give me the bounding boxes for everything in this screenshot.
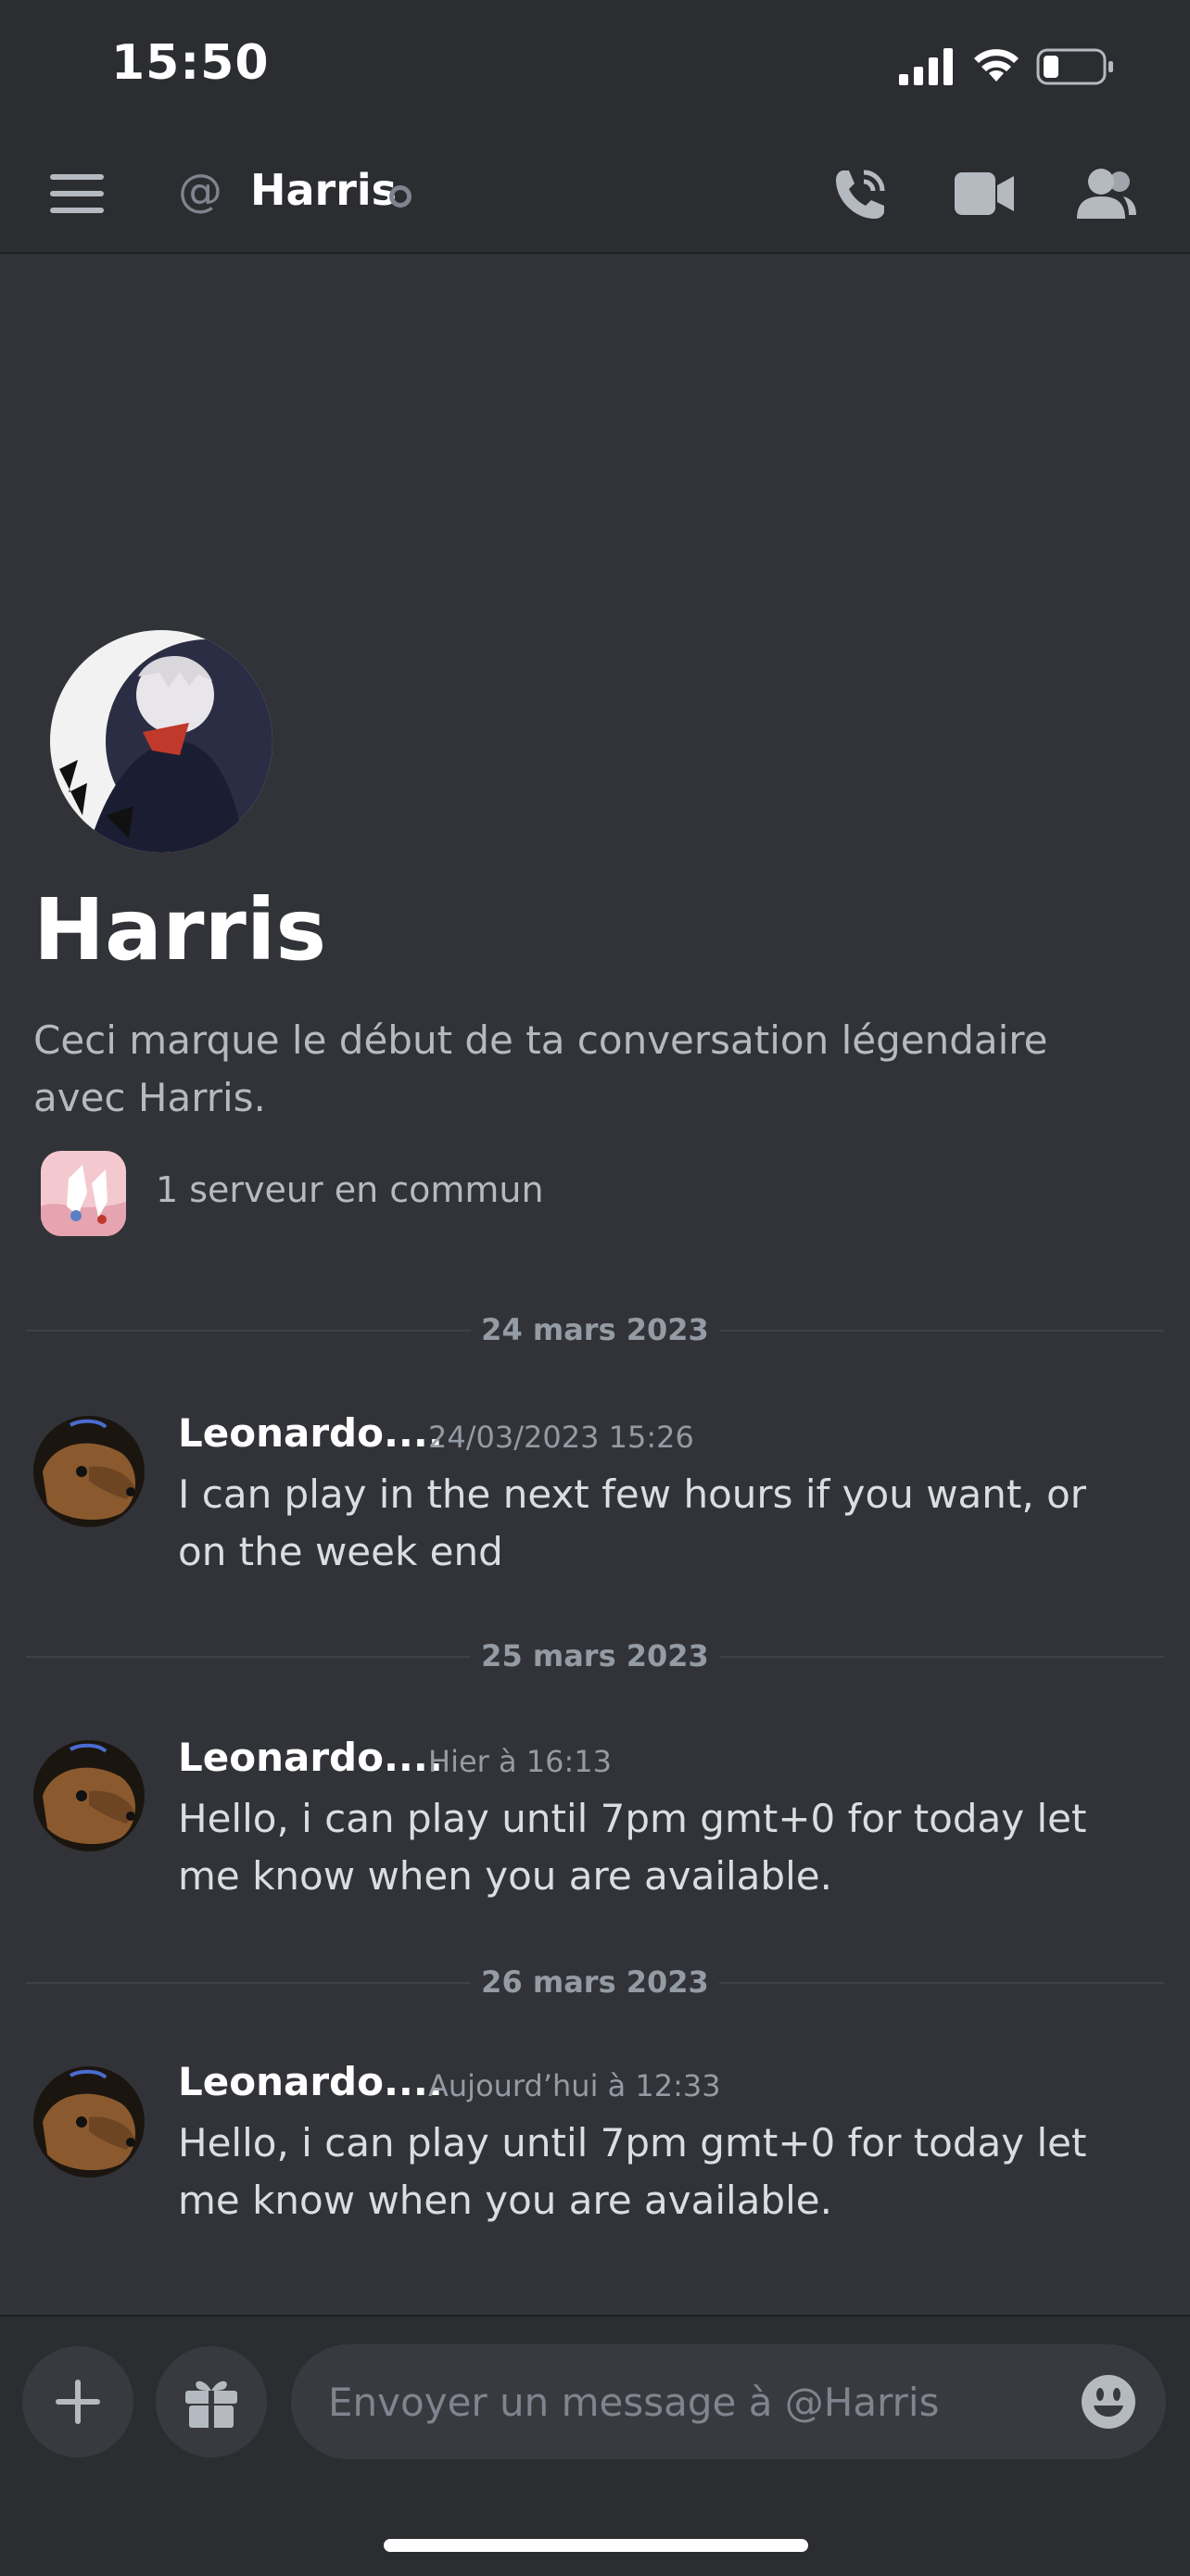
message-avatar[interactable] xyxy=(33,2066,145,2178)
hamburger-icon[interactable] xyxy=(50,174,104,213)
emoji-icon[interactable] xyxy=(1081,2374,1136,2430)
date-divider-label: 26 mars 2023 xyxy=(481,1964,709,2000)
offline-status-indicator xyxy=(389,185,411,208)
battery-icon xyxy=(1036,48,1113,85)
add-attachment-button[interactable] xyxy=(22,2346,133,2457)
message-text: Hello, i can play until 7pm gmt+0 for to… xyxy=(178,2120,1087,2223)
message-input[interactable] xyxy=(291,2344,1166,2459)
date-divider-label: 24 mars 2023 xyxy=(481,1312,709,1347)
message-timestamp: 24/03/2023 15:26 xyxy=(428,1420,694,1455)
date-divider: 24 mars 2023 xyxy=(26,1312,1164,1349)
at-icon: @ xyxy=(178,165,222,217)
message-avatar[interactable] xyxy=(33,1416,145,1527)
intro-username: Harris xyxy=(33,880,327,979)
status-time: 15:50 xyxy=(111,35,270,91)
profile-avatar[interactable] xyxy=(50,630,272,852)
message-author[interactable]: Leonardo.... xyxy=(178,1410,443,1456)
phone-call-icon[interactable] xyxy=(830,165,890,224)
message-text: I can play in the next few hours if you … xyxy=(178,1471,1087,1574)
gift-button[interactable] xyxy=(156,2346,267,2457)
gift-icon xyxy=(185,2380,237,2428)
members-icon[interactable] xyxy=(1077,167,1136,219)
date-divider: 25 mars 2023 xyxy=(26,1638,1164,1675)
mutual-servers-link[interactable]: 1 serveur en commun xyxy=(156,1169,544,1210)
channel-title[interactable]: Harris xyxy=(250,165,397,215)
intro-description: Ceci marque le début de ta conversation … xyxy=(33,1017,1048,1120)
message-timestamp: Aujourd’hui à 12:33 xyxy=(428,2068,721,2103)
plus-icon xyxy=(56,2380,100,2424)
date-divider: 26 mars 2023 xyxy=(26,1964,1164,2001)
wifi-icon xyxy=(974,49,1019,82)
home-indicator xyxy=(384,2539,808,2552)
message-avatar[interactable] xyxy=(33,1740,145,1851)
message-author[interactable]: Leonardo.... xyxy=(178,1735,443,1780)
message-timestamp: Hier à 16:13 xyxy=(428,1744,612,1779)
video-camera-icon[interactable] xyxy=(955,172,1014,215)
date-divider-label: 25 mars 2023 xyxy=(481,1638,709,1673)
signal-icon xyxy=(899,48,953,85)
message-text: Hello, i can play until 7pm gmt+0 for to… xyxy=(178,1796,1087,1899)
mutual-server-icon[interactable] xyxy=(41,1151,126,1236)
message-author[interactable]: Leonardo.... xyxy=(178,2059,443,2104)
